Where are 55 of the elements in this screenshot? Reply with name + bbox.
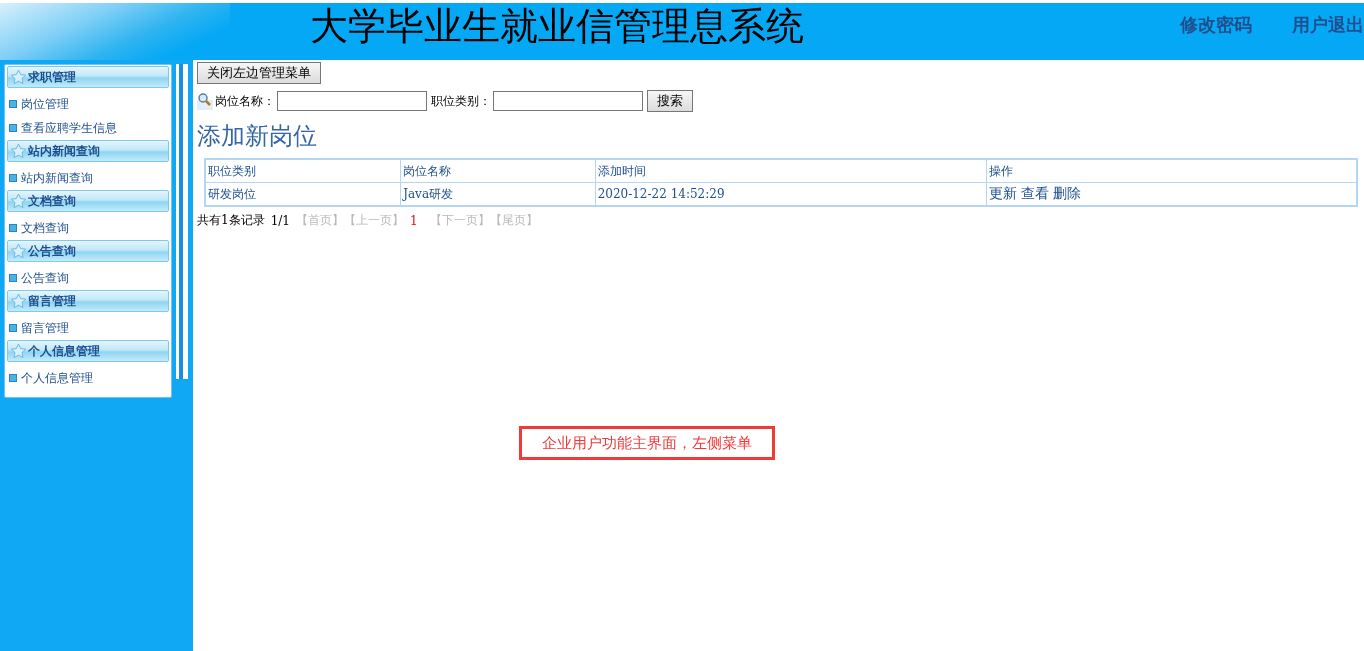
square-bullet-icon [9, 274, 17, 282]
action-link[interactable]: 删除 [1053, 185, 1082, 201]
menu-group-title: 站内新闻查询 [28, 142, 100, 160]
menu-group-header[interactable]: 求职管理 [7, 66, 169, 88]
square-bullet-icon [9, 224, 17, 232]
menu-item[interactable]: 查看应聘学生信息 [21, 119, 117, 137]
page-indicator: 1/1 [270, 213, 290, 228]
square-bullet-icon [9, 174, 17, 182]
close-menu-button[interactable]: 关闭左边管理菜单 [197, 62, 321, 84]
square-bullet-icon [9, 324, 17, 332]
star-icon [10, 343, 27, 359]
menu-group-header[interactable]: 文档查询 [7, 190, 169, 212]
current-page: 1 [409, 213, 418, 228]
star-icon [10, 243, 27, 259]
menu-group-title: 文档查询 [28, 192, 76, 210]
input-field[interactable] [277, 91, 427, 111]
square-bullet-icon [9, 100, 17, 108]
page-heading: 添加新岗位 [197, 121, 318, 152]
magnifier-icon [197, 92, 213, 110]
table-cell: 研发岗位 [205, 182, 401, 206]
field-label: 职位类别： [431, 92, 491, 110]
menu-item[interactable]: 文档查询 [21, 219, 69, 237]
star-icon [10, 193, 27, 209]
action-link[interactable]: 查看 [1021, 185, 1050, 201]
menu-item[interactable]: 公告查询 [21, 269, 69, 287]
table-cell: Java研发 [400, 182, 596, 206]
star-icon [10, 69, 27, 85]
star-icon [10, 293, 27, 309]
menu-group-header[interactable]: 留言管理 [7, 290, 169, 312]
menu-group-header[interactable]: 公告查询 [7, 240, 169, 262]
menu-item[interactable]: 岗位管理 [21, 95, 69, 113]
column-header: 岗位名称 [400, 159, 596, 183]
menu-group-title: 求职管理 [28, 68, 76, 86]
menu-item[interactable]: 留言管理 [21, 319, 69, 337]
column-header: 职位类别 [205, 159, 401, 183]
menu-group-title: 个人信息管理 [28, 342, 100, 360]
record-count: 共有1条记录 [197, 212, 265, 229]
system-title: 大学毕业生就业信管理息系统 [310, 3, 805, 50]
menu-group-header[interactable]: 个人信息管理 [7, 340, 169, 362]
scroll-bar[interactable] [176, 64, 188, 379]
menu-item[interactable]: 站内新闻查询 [21, 169, 93, 187]
field-label: 岗位名称： [215, 92, 275, 110]
table-cell: 2020-12-22 14:52:29 [595, 182, 987, 206]
action-link[interactable]: 更新 [989, 185, 1018, 201]
input-field[interactable] [493, 91, 643, 111]
menu-group-title: 留言管理 [28, 292, 76, 310]
menu-group-title: 公告查询 [28, 242, 76, 260]
search-button[interactable]: 搜索 [647, 90, 693, 112]
square-bullet-icon [9, 374, 17, 382]
annotation-callout: 企业用户功能主界面，左侧菜单 [519, 426, 775, 460]
menu-item[interactable]: 个人信息管理 [21, 369, 93, 387]
square-bullet-icon [9, 124, 17, 132]
column-header: 添加时间 [595, 159, 987, 183]
menu-group-header[interactable]: 站内新闻查询 [7, 140, 169, 162]
star-icon [10, 143, 27, 159]
